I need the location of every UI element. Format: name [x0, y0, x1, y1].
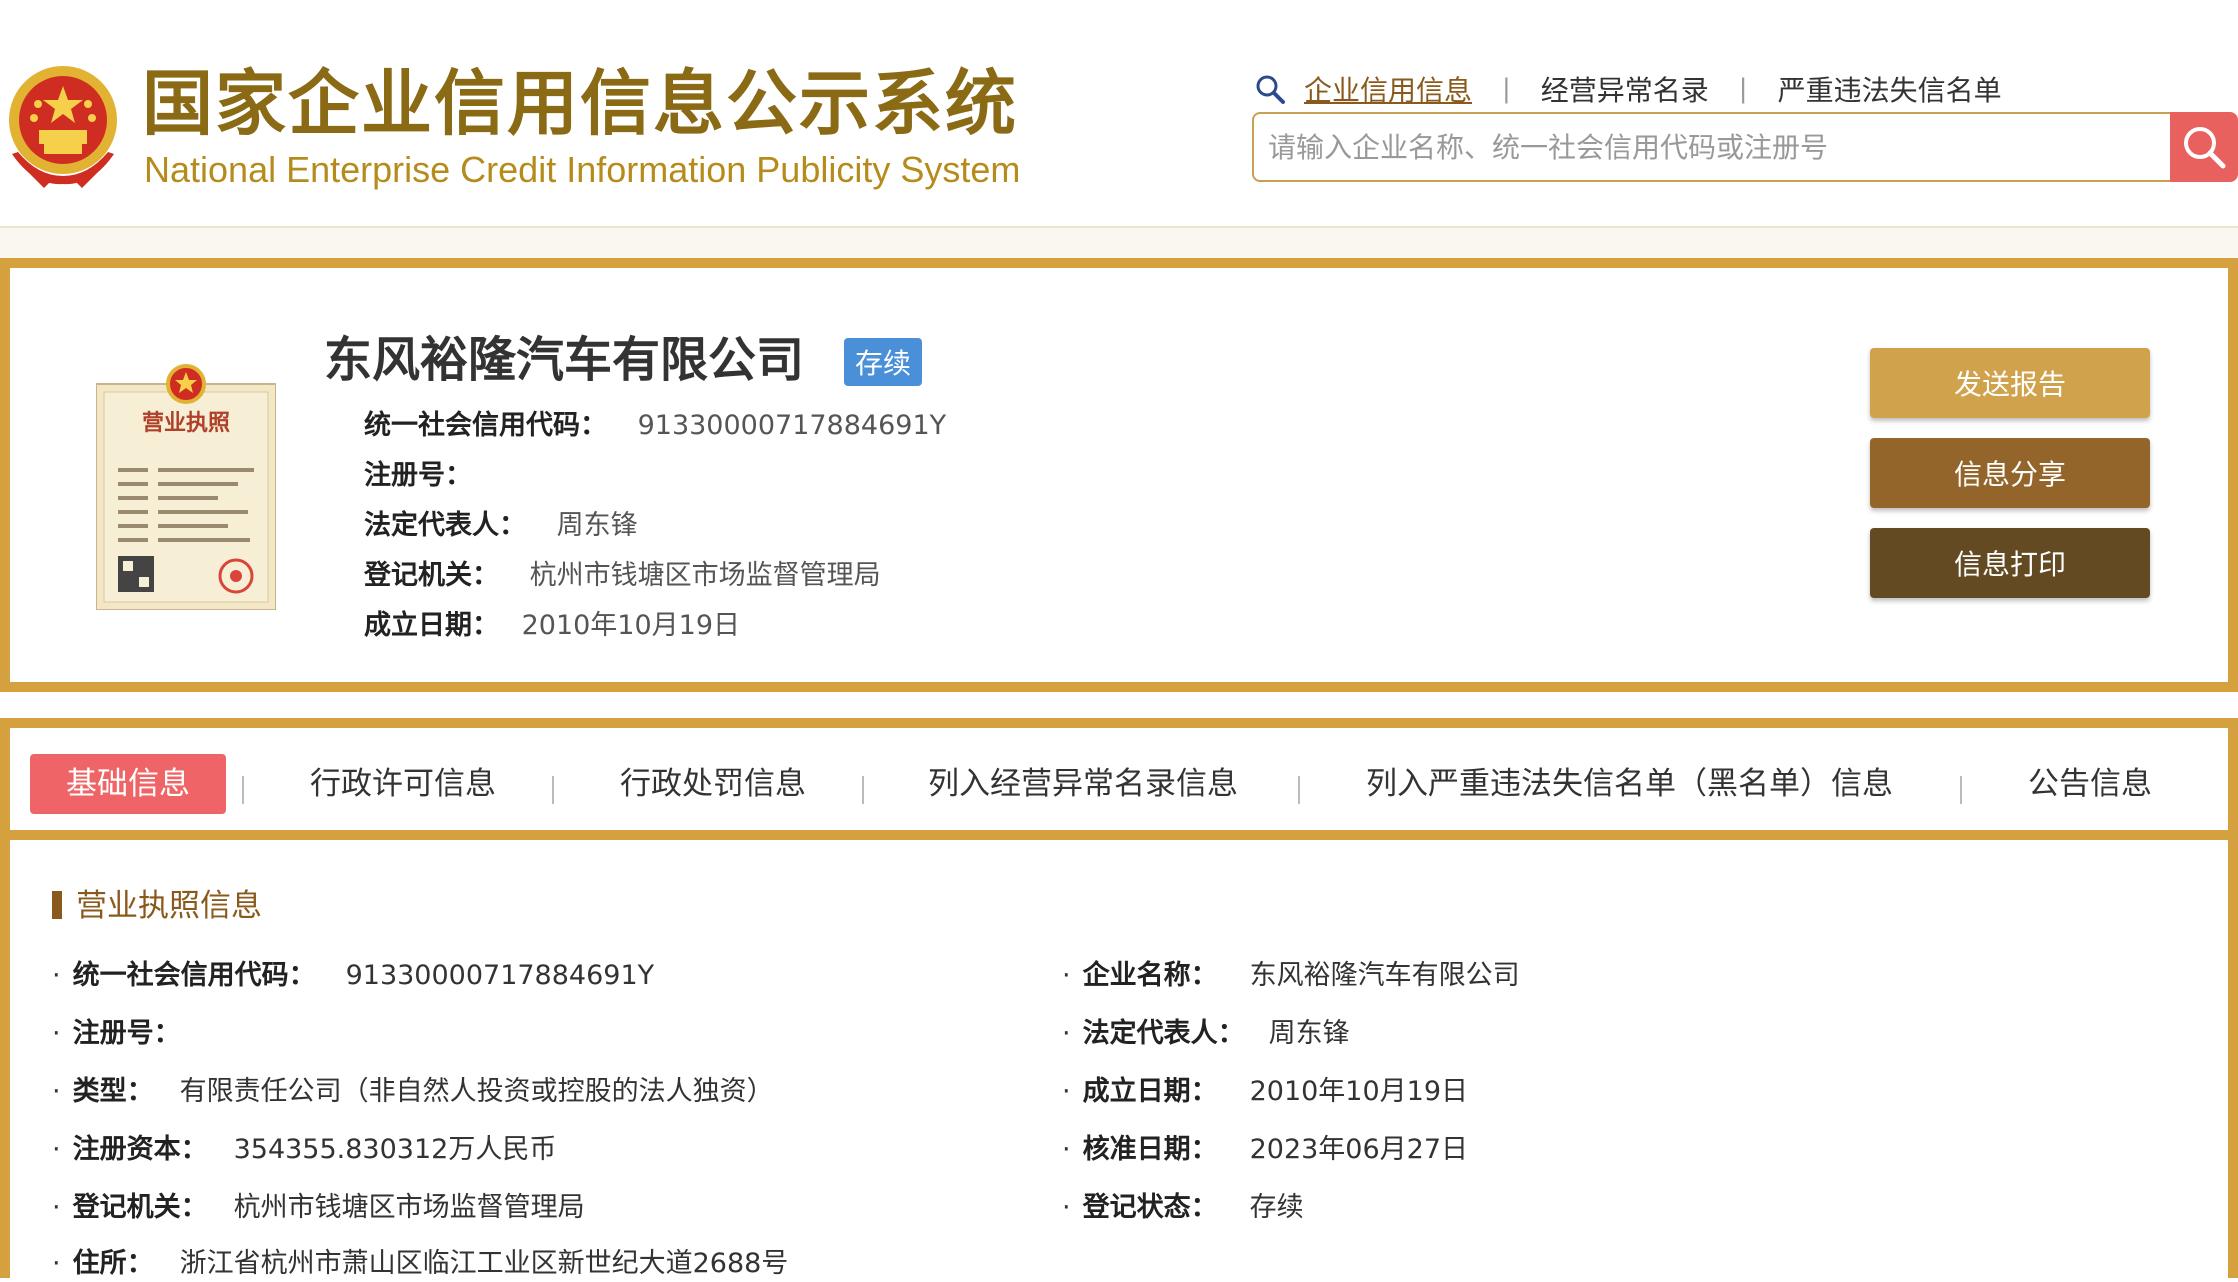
field-label: 登记状态： [1082, 1192, 1218, 1223]
print-info-button[interactable]: 信息打印 [1870, 528, 2150, 598]
search-icon [1256, 75, 1285, 104]
tab-basic-info[interactable]: 基础信息 [30, 754, 226, 814]
status-badge: 存续 [844, 338, 922, 386]
info-value: 杭州市钱塘区市场监督管理局 [529, 560, 881, 591]
field-label: 核准日期： [1082, 1134, 1218, 1165]
nav-abnormal-list[interactable]: 经营异常名录 [1541, 69, 1709, 109]
info-established-date: 成立日期： 2010年10月19日 [364, 608, 740, 644]
field-established-date: · 成立日期： 2010年10月19日 [1062, 1076, 1469, 1107]
site-header: 国家企业信用信息公示系统 National Enterprise Credit … [0, 0, 2238, 226]
tab-announcement[interactable]: 公告信息 [2028, 754, 2152, 814]
license-title: 营业执照 [142, 411, 230, 436]
search-button[interactable] [2170, 112, 2238, 182]
tab-blacklist[interactable]: 列入严重违法失信名单（黑名单）信息 [1366, 754, 1893, 814]
business-license-section: 营业执照信息 · 统一社会信用代码： 91330000717884691Y · 注册号… [0, 840, 2238, 1279]
info-value: 2010年10月19日 [521, 610, 741, 641]
company-summary-card: 营业执照 东风裕隆汽车有限公司 存续 统一社会信用代码： 91330000717… [0, 258, 2238, 692]
share-info-button[interactable]: 信息分享 [1870, 438, 2150, 508]
field-legal-rep: · 法定代表人： 周东锋 [1062, 1018, 1350, 1049]
field-reg-number: · 注册号： [52, 1018, 181, 1049]
info-label: 注册号： [364, 460, 472, 491]
field-registry-authority: · 登记机关： 杭州市钱塘区市场监督管理局 [52, 1192, 585, 1223]
nav-blacklist[interactable]: 严重违法失信名单 [1778, 69, 2002, 109]
business-license-thumbnail[interactable]: 营业执照 [95, 364, 277, 611]
tab-separator [1298, 776, 1300, 804]
field-value: 周东锋 [1268, 1018, 1350, 1049]
tab-admin-penalty[interactable]: 行政处罚信息 [620, 754, 806, 814]
nav-enterprise-credit[interactable]: 企业信用信息 [1304, 69, 1472, 109]
info-credit-code: 统一社会信用代码： 91330000717884691Y [364, 408, 946, 444]
tab-bar: 基础信息 行政许可信息 行政处罚信息 列入经营异常名录信息 列入严重违法失信名单… [0, 718, 2238, 840]
send-report-button[interactable]: 发送报告 [1870, 348, 2150, 418]
site-title-en: National Enterprise Credit Information P… [144, 149, 1021, 190]
tab-abnormal-list[interactable]: 列入经营异常名录信息 [928, 754, 1238, 814]
info-label: 法定代表人： [364, 510, 526, 541]
field-value: 354355.830312万人民币 [233, 1134, 557, 1165]
tab-separator [242, 776, 244, 804]
section-title-text: 营业执照信息 [76, 888, 262, 924]
top-nav: 企业信用信息 | 经营异常名录 | 严重违法失信名单 [1254, 68, 2002, 110]
tab-separator [862, 776, 864, 804]
field-value: 浙江省杭州市萧山区临江工业区新世纪大道2688号 [179, 1248, 789, 1279]
field-credit-code: · 统一社会信用代码： 91330000717884691Y [52, 960, 655, 991]
tab-admin-license[interactable]: 行政许可信息 [310, 754, 496, 814]
field-approval-date: · 核准日期： 2023年06月27日 [1062, 1134, 1469, 1165]
nav-separator: | [1738, 74, 1748, 104]
field-type: · 类型： 有限责任公司（非自然人投资或控股的法人独资） [52, 1076, 774, 1107]
field-label: 登记机关： [72, 1192, 208, 1223]
site-title-cn: 国家企业信用信息公示系统 [142, 62, 1019, 145]
magnifier-icon [2184, 127, 2226, 169]
field-company-name: · 企业名称： 东风裕隆汽车有限公司 [1062, 960, 1520, 991]
field-value: 存续 [1249, 1192, 1304, 1223]
info-label: 成立日期： [364, 610, 499, 641]
field-label: 成立日期： [1082, 1076, 1218, 1107]
info-registry-authority: 登记机关： 杭州市钱塘区市场监督管理局 [364, 558, 881, 594]
field-value: 杭州市钱塘区市场监督管理局 [233, 1192, 585, 1223]
info-reg-number: 注册号： [364, 458, 472, 494]
field-label: 注册号： [72, 1018, 181, 1049]
company-name: 东风裕隆汽车有限公司 [324, 332, 805, 388]
info-legal-rep: 法定代表人： 周东锋 [364, 508, 638, 544]
field-address: · 住所： 浙江省杭州市萧山区临江工业区新世纪大道2688号 [52, 1248, 789, 1279]
info-value: 周东锋 [556, 510, 638, 541]
field-label: 住所： [72, 1248, 154, 1279]
field-value: 有限责任公司（非自然人投资或控股的法人独资） [179, 1076, 774, 1107]
nav-separator: | [1502, 74, 1511, 104]
header-divider [0, 226, 2238, 258]
info-label: 登记机关： [364, 560, 499, 591]
field-label: 类型： [72, 1076, 154, 1107]
field-label: 注册资本： [72, 1134, 208, 1165]
field-registered-capital: · 注册资本： 354355.830312万人民币 [52, 1134, 557, 1165]
search-box [1252, 112, 2172, 182]
info-label: 统一社会信用代码： [364, 410, 607, 441]
field-label: 企业名称： [1082, 960, 1218, 991]
field-value: 91330000717884691Y [345, 960, 655, 991]
search-input[interactable] [1254, 114, 2170, 180]
field-label: 统一社会信用代码： [72, 960, 316, 991]
tab-separator [1960, 776, 1962, 804]
info-value: 91330000717884691Y [637, 410, 947, 441]
field-registration-status: · 登记状态： 存续 [1062, 1192, 1304, 1223]
field-value: 2010年10月19日 [1249, 1076, 1469, 1107]
section-marker [52, 891, 62, 919]
national-emblem-icon [9, 66, 117, 188]
section-title: 营业执照信息 [52, 886, 262, 926]
tab-separator [552, 776, 554, 804]
field-label: 法定代表人： [1082, 1018, 1245, 1049]
field-value: 2023年06月27日 [1249, 1134, 1469, 1165]
field-value: 东风裕隆汽车有限公司 [1249, 960, 1520, 991]
